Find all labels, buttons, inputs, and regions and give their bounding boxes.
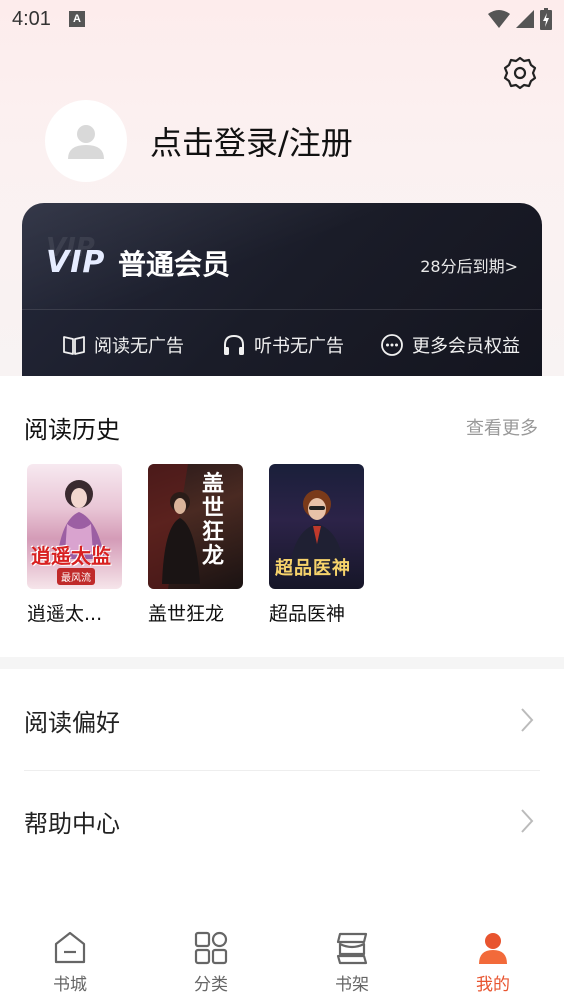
cover-title: 超品医神	[275, 558, 351, 579]
book-title: 超品医神	[269, 603, 346, 625]
menu-label: 阅读偏好	[24, 708, 120, 737]
chevron-right-icon	[521, 809, 534, 833]
vip-title: 普通会员	[118, 248, 231, 281]
reading-history-section: 阅读历史 查看更多 逍遥太监 最风流 逍遥太... 盖世狂龙 盖世狂龙 超品医神…	[0, 376, 564, 658]
nav-label: 我的	[476, 975, 510, 995]
chevron-right-icon	[521, 708, 534, 732]
history-book[interactable]: 盖世狂龙 盖世狂龙	[148, 464, 243, 626]
cover-art	[148, 464, 200, 589]
cover-subtitle: 最风流	[57, 568, 95, 585]
bottom-nav: 书城 分类 书架 我的	[0, 920, 564, 1002]
book-cover: 超品医神	[269, 464, 364, 589]
headphones-icon	[224, 334, 244, 355]
home-icon	[54, 931, 86, 964]
vip-benefits: 阅读无广告 听书无广告 更多会员权益	[22, 310, 542, 380]
benefit-no-ads-reading[interactable]: 阅读无广告	[62, 332, 184, 358]
history-book[interactable]: 逍遥太监 最风流 逍遥太...	[27, 464, 122, 626]
nav-label: 分类	[194, 975, 228, 995]
history-book[interactable]: 超品医神 超品医神	[269, 464, 364, 626]
book-title: 逍遥太...	[27, 603, 103, 625]
cover-title: 逍遥太监	[31, 544, 111, 568]
section-title: 阅读历史	[24, 416, 120, 444]
nav-bookshelf[interactable]: 书架	[312, 930, 392, 995]
status-bar: 4:01 A	[0, 0, 564, 38]
nav-label: 书城	[53, 975, 87, 995]
book-cover: 盖世狂龙	[148, 464, 243, 589]
user-icon	[479, 933, 507, 964]
see-more-link[interactable]: 查看更多	[466, 414, 538, 440]
grid-icon	[194, 931, 228, 965]
benefit-label: 更多会员权益	[412, 336, 520, 357]
menu-help-center[interactable]: 帮助中心	[0, 771, 564, 871]
vip-expire-link[interactable]: 28分后到期>	[420, 253, 518, 277]
benefit-label: 听书无广告	[254, 336, 344, 357]
book-icon	[63, 336, 85, 355]
nav-bookstore[interactable]: 书城	[30, 930, 110, 995]
more-icon	[381, 334, 403, 356]
wifi-icon	[488, 10, 510, 28]
nav-category[interactable]: 分类	[171, 930, 251, 995]
section-separator	[0, 657, 564, 669]
vip-logo: VIP	[46, 245, 106, 280]
login-register-link[interactable]: 点击登录/注册	[150, 118, 353, 164]
menu-reading-preferences[interactable]: 阅读偏好	[0, 670, 564, 770]
avatar[interactable]	[45, 100, 127, 182]
bookshelf-icon	[336, 932, 368, 965]
cover-title: 盖世狂龙	[202, 471, 225, 569]
notification-icon: A	[68, 11, 85, 27]
gear-icon	[503, 56, 537, 90]
user-placeholder-icon	[68, 125, 104, 159]
status-icons	[488, 8, 552, 30]
battery-icon	[540, 8, 552, 30]
signal-icon	[516, 10, 534, 28]
settings-button[interactable]	[502, 55, 538, 91]
benefit-label: 阅读无广告	[94, 336, 184, 357]
benefit-more[interactable]: 更多会员权益	[380, 332, 520, 358]
benefit-no-ads-listening[interactable]: 听书无广告	[222, 332, 344, 358]
book-cover: 逍遥太监 最风流	[27, 464, 122, 589]
vip-card[interactable]: VIP VIP 普通会员 28分后到期> 阅读无广告 听书无广告 更多会员权益	[22, 203, 542, 380]
book-title: 盖世狂龙	[148, 603, 225, 625]
nav-label: 书架	[335, 975, 369, 995]
nav-mine[interactable]: 我的	[453, 930, 533, 995]
status-time: 4:01	[12, 7, 51, 30]
menu-label: 帮助中心	[24, 809, 120, 838]
